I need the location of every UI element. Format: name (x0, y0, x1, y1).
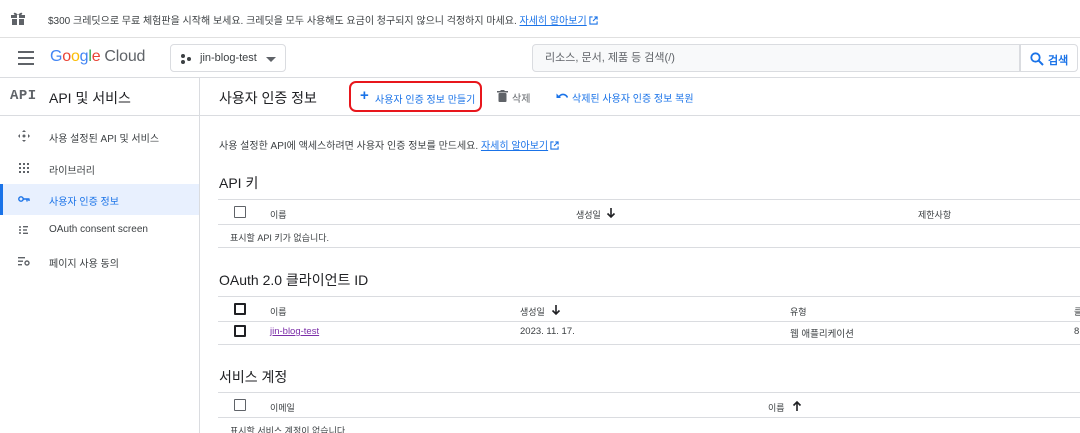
column-header-name[interactable]: 이름 (768, 401, 785, 414)
top-header: GoogleCloud jin-blog-test 검색 (0, 38, 1080, 78)
sidebar-item-label: 사용자 인증 정보 (49, 197, 119, 208)
arrow-down-icon[interactable] (551, 304, 561, 316)
intro-message: 사용 설정한 API에 액세스하려면 사용자 인증 정보를 만드세요. (219, 141, 479, 152)
column-header-email[interactable]: 이메일 (270, 401, 295, 414)
api-keys-empty-message: 표시할 API 키가 없습니다. (230, 233, 330, 243)
column-header-client-id[interactable]: 클 (1074, 305, 1080, 318)
page-title: 사용자 인증 정보 (219, 90, 317, 106)
plus-icon: + (360, 87, 369, 104)
main-content: 사용자 인증 정보 + 사용자 인증 정보 만들기 삭제 삭제된 사용자 인증 … (200, 78, 1080, 433)
project-hub-icon (181, 54, 191, 64)
intro-learn-more-link[interactable]: 자세히 알아보기 (481, 141, 559, 152)
restore-deleted-credentials-button[interactable]: 삭제된 사용자 인증 정보 복원 (556, 88, 696, 106)
oauth-select-all-checkbox[interactable] (234, 303, 246, 315)
column-header-created[interactable]: 생성일 (576, 208, 601, 221)
project-selector[interactable]: jin-blog-test (170, 44, 286, 72)
table-row: jin-blog-test 2023. 11. 17. 웹 애플리케이션 8 (218, 322, 1080, 345)
promo-banner: $300 크레딧으로 무료 체험판을 시작해 보세요. 크레딧을 모두 사용해도… (0, 0, 1080, 38)
sidebar-item-label: OAuth consent screen (49, 224, 148, 235)
api-keys-empty-row: 표시할 API 키가 없습니다. (218, 225, 1080, 248)
settings-list-icon (18, 257, 30, 266)
chevron-down-icon (266, 57, 276, 62)
sidebar-item-label: 라이브러리 (49, 166, 95, 177)
sidebar-item-library[interactable]: 라이브러리 (0, 153, 199, 184)
service-accounts-select-all-checkbox[interactable] (234, 399, 246, 411)
service-accounts-empty-row: 표시할 서비스 계정이 없습니다. (218, 418, 1080, 433)
api-keys-title: API 키 (219, 175, 259, 191)
banner-text: $300 크레딧으로 무료 체험판을 시작해 보세요. 크레딧을 모두 사용해도… (48, 12, 598, 27)
external-link-icon (589, 16, 598, 25)
oauth-clients-title: OAuth 2.0 클라이언트 ID (219, 272, 369, 288)
api-logo-icon: API (10, 88, 37, 104)
column-header-type[interactable]: 유형 (790, 305, 807, 318)
service-accounts-empty-message: 표시할 서비스 계정이 없습니다. (230, 426, 348, 433)
intro-text: 사용 설정한 API에 액세스하려면 사용자 인증 정보를 만드세요. 자세히 … (219, 137, 559, 152)
oauth-client-type: 웹 애플리케이션 (790, 329, 854, 340)
create-credentials-label: 사용자 인증 정보 만들기 (375, 95, 476, 106)
column-header-restrictions[interactable]: 제한사항 (918, 208, 951, 221)
api-keys-select-all-checkbox[interactable] (234, 206, 246, 218)
row-checkbox[interactable] (234, 325, 246, 337)
sidebar-item-credentials[interactable]: 사용자 인증 정보 (0, 184, 199, 215)
sidebar: API API 및 서비스 사용 설정된 API 및 서비스 라이브러리 사용자… (0, 78, 200, 433)
oauth-table-header: 이름 생성일 유형 클 (218, 296, 1080, 322)
api-keys-table-header: 이름 생성일 제한사항 (218, 199, 1080, 225)
grid-icon (19, 163, 29, 173)
create-credentials-button[interactable]: + 사용자 인증 정보 만들기 (349, 81, 482, 112)
delete-label: 삭제 (512, 94, 531, 105)
sidebar-title: API 및 서비스 (49, 90, 131, 106)
column-header-name[interactable]: 이름 (270, 208, 287, 221)
search-input[interactable] (533, 45, 1019, 71)
google-cloud-logo[interactable]: Google Cloud (50, 48, 145, 66)
undo-icon (556, 93, 568, 98)
sidebar-item-oauth-consent[interactable]: OAuth consent screen (0, 215, 199, 246)
service-accounts-title: 서비스 계정 (219, 369, 288, 385)
key-icon (18, 196, 30, 202)
service-accounts-table-header: 이메일 이름 (218, 392, 1080, 418)
column-header-name[interactable]: 이름 (270, 305, 287, 318)
banner-learn-more-link[interactable]: 자세히 알아보기 (520, 16, 598, 27)
diamond-arrows-icon (18, 130, 30, 142)
search-button[interactable]: 검색 (1020, 44, 1078, 72)
search-button-label: 검색 (1048, 55, 1069, 67)
arrow-down-icon[interactable] (606, 207, 616, 219)
oauth-client-name-link[interactable]: jin-blog-test (270, 326, 319, 337)
project-name: jin-blog-test (200, 52, 257, 64)
sidebar-header: API API 및 서비스 (0, 78, 200, 116)
sidebar-item-label: 사용 설정된 API 및 서비스 (49, 134, 160, 145)
sidebar-item-page-usage-agreement[interactable]: 페이지 사용 동의 (0, 246, 199, 277)
search-icon (1030, 52, 1044, 66)
external-link-icon (550, 141, 559, 150)
delete-button[interactable]: 삭제 (497, 88, 537, 106)
main-menu-button[interactable] (18, 51, 34, 65)
sidebar-item-label: 페이지 사용 동의 (49, 259, 119, 270)
column-header-created[interactable]: 생성일 (520, 305, 545, 318)
arrow-up-icon[interactable] (792, 400, 802, 412)
banner-message: $300 크레딧으로 무료 체험판을 시작해 보세요. 크레딧을 모두 사용해도… (48, 16, 517, 27)
oauth-client-id-partial: 8 (1074, 326, 1080, 337)
oauth-client-created: 2023. 11. 17. (520, 326, 575, 337)
gift-icon (11, 12, 25, 25)
action-toolbar: 사용자 인증 정보 + 사용자 인증 정보 만들기 삭제 삭제된 사용자 인증 … (200, 78, 1080, 116)
trash-icon (497, 90, 508, 102)
consent-dots-icon (19, 226, 28, 234)
search-box (532, 44, 1020, 72)
restore-label: 삭제된 사용자 인증 정보 복원 (572, 94, 694, 105)
sidebar-item-enabled-apis[interactable]: 사용 설정된 API 및 서비스 (0, 121, 199, 152)
